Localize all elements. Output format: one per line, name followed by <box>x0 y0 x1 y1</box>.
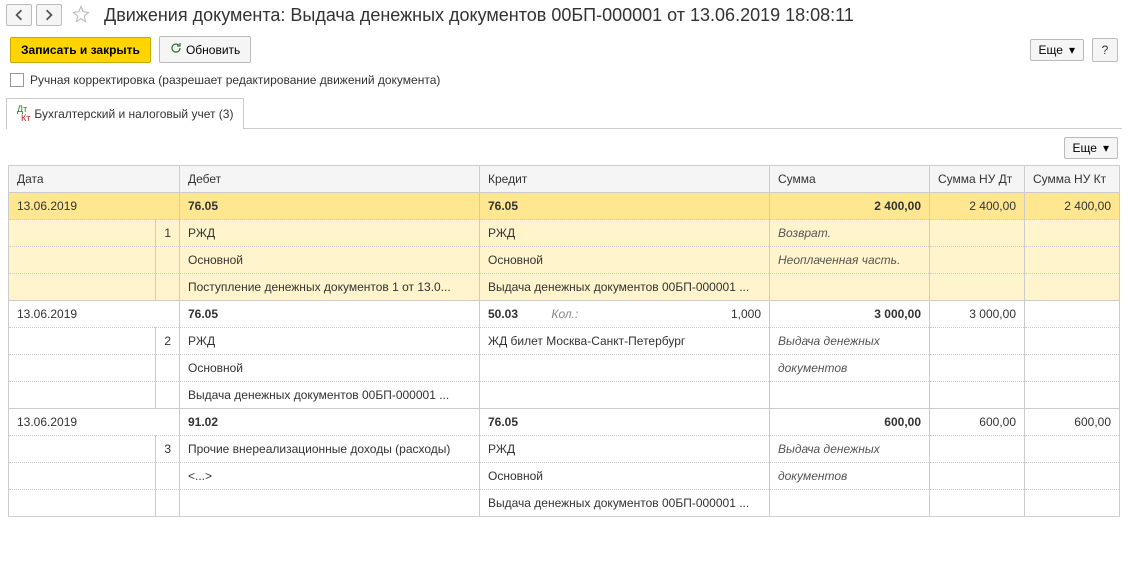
cell-sum: 3 000,00 <box>770 301 930 328</box>
table-row[interactable]: Основной Основной Неоплаченная часть. <box>9 247 1120 274</box>
more-button[interactable]: Еще ▾ <box>1030 39 1084 61</box>
col-sum-nu-kt: Сумма НУ Кт <box>1025 166 1120 193</box>
action-bar: Записать и закрыть Обновить Еще ▾ ? <box>0 30 1128 69</box>
tab-accounting[interactable]: ДтКт Бухгалтерский и налоговый учет (3) <box>6 98 244 129</box>
arrow-right-icon <box>43 9 55 21</box>
manual-edit-row: Ручная корректировка (разрешает редактир… <box>0 69 1128 91</box>
cell-credit-sub: РЖД <box>480 220 770 247</box>
cell-debit-acc: 76.05 <box>180 193 480 220</box>
arrow-left-icon <box>13 9 25 21</box>
col-sum: Сумма <box>770 166 930 193</box>
cell-credit-acc: 76.05 <box>480 409 770 436</box>
dt-kt-icon: ДтКт <box>17 105 30 123</box>
cell-credit: 50.03 Кол.: 1,000 <box>480 301 770 328</box>
cell-date: 13.06.2019 <box>9 409 180 436</box>
cell-credit-sub: Основной <box>480 463 770 490</box>
cell-debit-sub: Прочие внереализационные доходы (расходы… <box>180 436 480 463</box>
cell-credit-sub: Выдача денежных документов 00БП-000001 .… <box>480 490 770 517</box>
table-row[interactable]: 1 РЖД РЖД Возврат. <box>9 220 1120 247</box>
cell-sum-nu-dt: 2 400,00 <box>930 193 1025 220</box>
help-button[interactable]: ? <box>1092 38 1118 62</box>
cell-sum-nu-dt: 3 000,00 <box>930 301 1025 328</box>
cell-comment: Выдача денежных <box>770 328 930 355</box>
cell-credit-sub: РЖД <box>480 436 770 463</box>
manual-edit-label: Ручная корректировка (разрешает редактир… <box>30 73 440 87</box>
cell-sum-nu-kt: 2 400,00 <box>1025 193 1120 220</box>
chevron-down-icon: ▾ <box>1069 43 1075 57</box>
refresh-button[interactable]: Обновить <box>159 36 251 63</box>
cell-debit-acc: 91.02 <box>180 409 480 436</box>
table-row[interactable]: 13.06.2019 76.05 50.03 Кол.: 1,000 3 000… <box>9 301 1120 328</box>
table-row[interactable]: 2 РЖД ЖД билет Москва-Санкт-Петербург Вы… <box>9 328 1120 355</box>
col-sum-nu-dt: Сумма НУ Дт <box>930 166 1025 193</box>
table-row[interactable]: Выдача денежных документов 00БП-000001 .… <box>9 382 1120 409</box>
cell-debit-sub: Основной <box>180 247 480 274</box>
cell-credit-sub: Основной <box>480 247 770 274</box>
cell-credit-acc: 76.05 <box>480 193 770 220</box>
cell-comment: Возврат. <box>770 220 930 247</box>
cell-comment: Неоплаченная часть. <box>770 247 930 274</box>
table-row[interactable]: Основной документов <box>9 355 1120 382</box>
qty-label: Кол.: <box>551 307 661 321</box>
credit-acc: 50.03 <box>488 307 518 321</box>
favorite-icon[interactable] <box>72 5 90 26</box>
cell-comment: документов <box>770 355 930 382</box>
cell-date: 13.06.2019 <box>9 193 180 220</box>
cell-comment: Выдача денежных <box>770 436 930 463</box>
tab-label: Бухгалтерский и налоговый учет (3) <box>34 107 233 121</box>
cell-date: 13.06.2019 <box>9 301 180 328</box>
cell-sum: 600,00 <box>770 409 930 436</box>
cell-no: 3 <box>156 436 180 463</box>
grid-more-button[interactable]: Еще ▾ <box>1064 137 1118 159</box>
forward-button[interactable] <box>36 4 62 26</box>
table-row[interactable]: 13.06.2019 91.02 76.05 600,00 600,00 600… <box>9 409 1120 436</box>
cell-credit-sub: ЖД билет Москва-Санкт-Петербург <box>480 328 770 355</box>
cell-credit-sub: Выдача денежных документов 00БП-000001 .… <box>480 274 770 301</box>
cell-debit-sub: Поступление денежных документов 1 от 13.… <box>180 274 480 301</box>
table-row[interactable]: 3 Прочие внереализационные доходы (расхо… <box>9 436 1120 463</box>
col-debit: Дебет <box>180 166 480 193</box>
col-date: Дата <box>9 166 180 193</box>
cell-no: 2 <box>156 328 180 355</box>
cell-sum-nu-kt: 600,00 <box>1025 409 1120 436</box>
page-title: Движения документа: Выдача денежных доку… <box>104 5 854 26</box>
table-row[interactable]: 13.06.2019 76.05 76.05 2 400,00 2 400,00… <box>9 193 1120 220</box>
tabs: ДтКт Бухгалтерский и налоговый учет (3) <box>6 97 1122 129</box>
chevron-down-icon: ▾ <box>1103 141 1109 155</box>
cell-debit-sub: Основной <box>180 355 480 382</box>
col-credit: Кредит <box>480 166 770 193</box>
manual-edit-checkbox[interactable] <box>10 73 24 87</box>
refresh-icon <box>170 42 182 57</box>
cell-debit-acc: 76.05 <box>180 301 480 328</box>
table-header-row: Дата Дебет Кредит Сумма Сумма НУ Дт Сумм… <box>9 166 1120 193</box>
cell-debit-sub: РЖД <box>180 220 480 247</box>
back-button[interactable] <box>6 4 32 26</box>
postings-table: Дата Дебет Кредит Сумма Сумма НУ Дт Сумм… <box>8 165 1120 517</box>
grid-more-label: Еще <box>1073 141 1097 155</box>
cell-sum-nu-dt: 600,00 <box>930 409 1025 436</box>
table-row[interactable]: Поступление денежных документов 1 от 13.… <box>9 274 1120 301</box>
table-row[interactable]: <...> Основной документов <box>9 463 1120 490</box>
cell-sum: 2 400,00 <box>770 193 930 220</box>
refresh-label: Обновить <box>186 43 240 57</box>
more-label: Еще <box>1039 43 1063 57</box>
save-close-button[interactable]: Записать и закрыть <box>10 37 151 63</box>
cell-debit-sub: <...> <box>180 463 480 490</box>
title-bar: Движения документа: Выдача денежных доку… <box>0 0 1128 30</box>
cell-comment: документов <box>770 463 930 490</box>
cell-no: 1 <box>156 220 180 247</box>
cell-sum-nu-kt <box>1025 301 1120 328</box>
qty-value: 1,000 <box>731 307 761 321</box>
cell-debit-sub: РЖД <box>180 328 480 355</box>
cell-debit-sub: Выдача денежных документов 00БП-000001 .… <box>180 382 480 409</box>
table-row[interactable]: Выдача денежных документов 00БП-000001 .… <box>9 490 1120 517</box>
